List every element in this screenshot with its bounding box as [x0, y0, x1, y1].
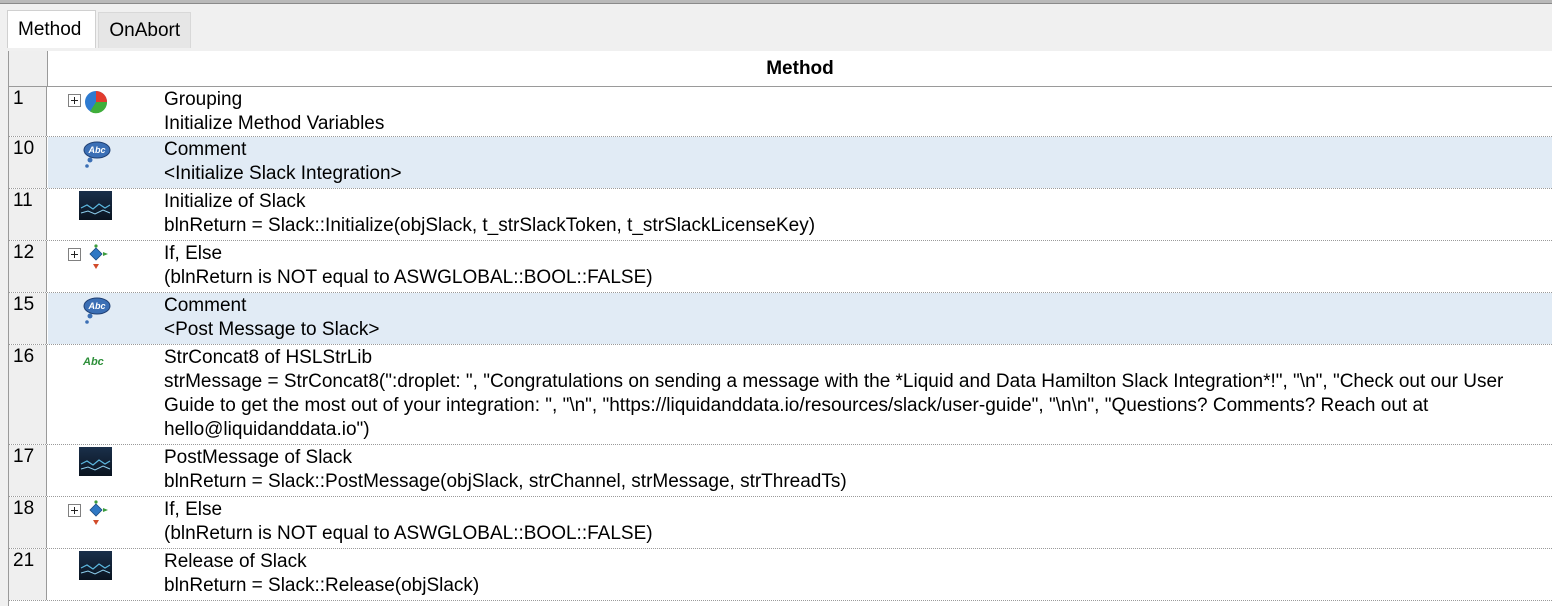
row-cell[interactable]: Release of Slack blnReturn = Slack::Rele… [48, 549, 1552, 600]
expand-toggle[interactable] [68, 94, 81, 107]
top-border [0, 0, 1552, 4]
table-row[interactable]: 18 If, Else (blnReturn is NOT equal to A… [9, 497, 1552, 549]
step-title: Release of Slack [164, 551, 307, 572]
row-number: 16 [9, 345, 47, 444]
row-cell[interactable]: Abc StrConcat8 of HSLStrLib strMessage =… [48, 345, 1552, 444]
row-cell[interactable]: Abc Comment <Initialize Slack Integratio… [48, 137, 1552, 188]
svg-text:Abc: Abc [87, 145, 105, 155]
row-cell[interactable]: If, Else (blnReturn is NOT equal to ASWG… [48, 241, 1552, 292]
tab-method[interactable]: Method [7, 10, 97, 48]
step-detail: Initialize Method Variables [164, 113, 385, 134]
table-row[interactable]: 11 Initialize of Slack blnReturn = Slack… [9, 189, 1552, 241]
row-number: 21 [9, 549, 47, 600]
step-detail: <Initialize Slack Integration> [164, 163, 402, 184]
row-number-header [9, 51, 48, 86]
step-text: PostMessage of Slack blnReturn = Slack::… [164, 446, 1550, 494]
row-cell[interactable]: PostMessage of Slack blnReturn = Slack::… [48, 445, 1552, 496]
step-detail: (blnReturn is NOT equal to ASWGLOBAL::BO… [164, 523, 653, 544]
step-title: Grouping [164, 89, 243, 110]
if-else-icon [89, 244, 108, 269]
step-title: Initialize of Slack [164, 191, 306, 212]
expand-toggle[interactable] [68, 504, 81, 517]
table-row[interactable]: 15 Abc Comment <Post Message to Slack> [9, 293, 1552, 345]
row-number: 12 [9, 241, 47, 292]
svg-text:Abc: Abc [82, 356, 104, 368]
step-title: PostMessage of Slack [164, 447, 352, 468]
slack-library-icon [79, 191, 112, 220]
step-detail: strMessage = StrConcat8(":droplet: ", "C… [164, 371, 1504, 440]
grouping-icon [85, 91, 108, 114]
row-number: 1 [9, 87, 47, 136]
tab-bar: Method OnAbort [7, 10, 192, 48]
step-title: If, Else [164, 243, 223, 264]
table-row[interactable]: 16 Abc StrConcat8 of HSLStrLib strMessag… [9, 345, 1552, 445]
step-text: Grouping Initialize Method Variables [164, 88, 1550, 136]
tab-onabort[interactable]: OnAbort [98, 12, 192, 48]
row-cell[interactable]: Grouping Initialize Method Variables [48, 87, 1552, 136]
step-title: Comment [164, 295, 247, 316]
step-detail: blnReturn = Slack::Initialize(objSlack, … [164, 215, 816, 236]
table-row[interactable]: 10 Abc Comment <Initialize Slack Integra… [9, 137, 1552, 189]
comment-icon: Abc [83, 297, 111, 324]
slack-library-icon [79, 447, 112, 476]
step-text: Comment <Post Message to Slack> [164, 294, 1550, 342]
step-detail: blnReturn = Slack::PostMessage(objSlack,… [164, 471, 847, 492]
step-detail: (blnReturn is NOT equal to ASWGLOBAL::BO… [164, 267, 653, 288]
table-row[interactable]: 12 If, Else (blnReturn is NOT equal to A… [9, 241, 1552, 293]
row-number: 15 [9, 293, 47, 344]
table-row[interactable]: 17 PostMessage of Slack blnReturn = Slac… [9, 445, 1552, 497]
step-text: Release of Slack blnReturn = Slack::Rele… [164, 550, 1550, 598]
table-row[interactable]: 1 Grouping Initialize Method Variables [9, 87, 1552, 137]
step-text: StrConcat8 of HSLStrLib strMessage = Str… [164, 346, 1550, 442]
step-title: Comment [164, 139, 247, 160]
row-number: 17 [9, 445, 47, 496]
string-library-icon: Abc [82, 356, 104, 368]
step-text: If, Else (blnReturn is NOT equal to ASWG… [164, 242, 1550, 290]
step-text: Initialize of Slack blnReturn = Slack::I… [164, 190, 1550, 238]
row-number: 10 [9, 137, 47, 188]
row-number: 18 [9, 497, 47, 548]
grid-header: Method [9, 51, 1552, 87]
row-cell[interactable]: Initialize of Slack blnReturn = Slack::I… [48, 189, 1552, 240]
step-detail: <Post Message to Slack> [164, 319, 380, 340]
row-number: 11 [9, 189, 47, 240]
slack-library-icon [79, 551, 112, 580]
table-row[interactable]: 21 Release of Slack blnReturn = Slack::R… [9, 549, 1552, 601]
method-grid: Method 1 Grouping Initialize Method Vari… [8, 51, 1552, 606]
column-header-method[interactable]: Method [48, 51, 1552, 86]
svg-text:Abc: Abc [87, 301, 105, 311]
step-title: If, Else [164, 499, 223, 520]
expand-toggle[interactable] [68, 248, 81, 261]
step-title: StrConcat8 of HSLStrLib [164, 347, 373, 368]
row-cell[interactable]: If, Else (blnReturn is NOT equal to ASWG… [48, 497, 1552, 548]
step-text: Comment <Initialize Slack Integration> [164, 138, 1550, 186]
row-cell[interactable]: Abc Comment <Post Message to Slack> [48, 293, 1552, 344]
comment-icon: Abc [83, 141, 111, 168]
step-text: If, Else (blnReturn is NOT equal to ASWG… [164, 498, 1550, 546]
if-else-icon [89, 500, 108, 525]
step-detail: blnReturn = Slack::Release(objSlack) [164, 575, 480, 596]
